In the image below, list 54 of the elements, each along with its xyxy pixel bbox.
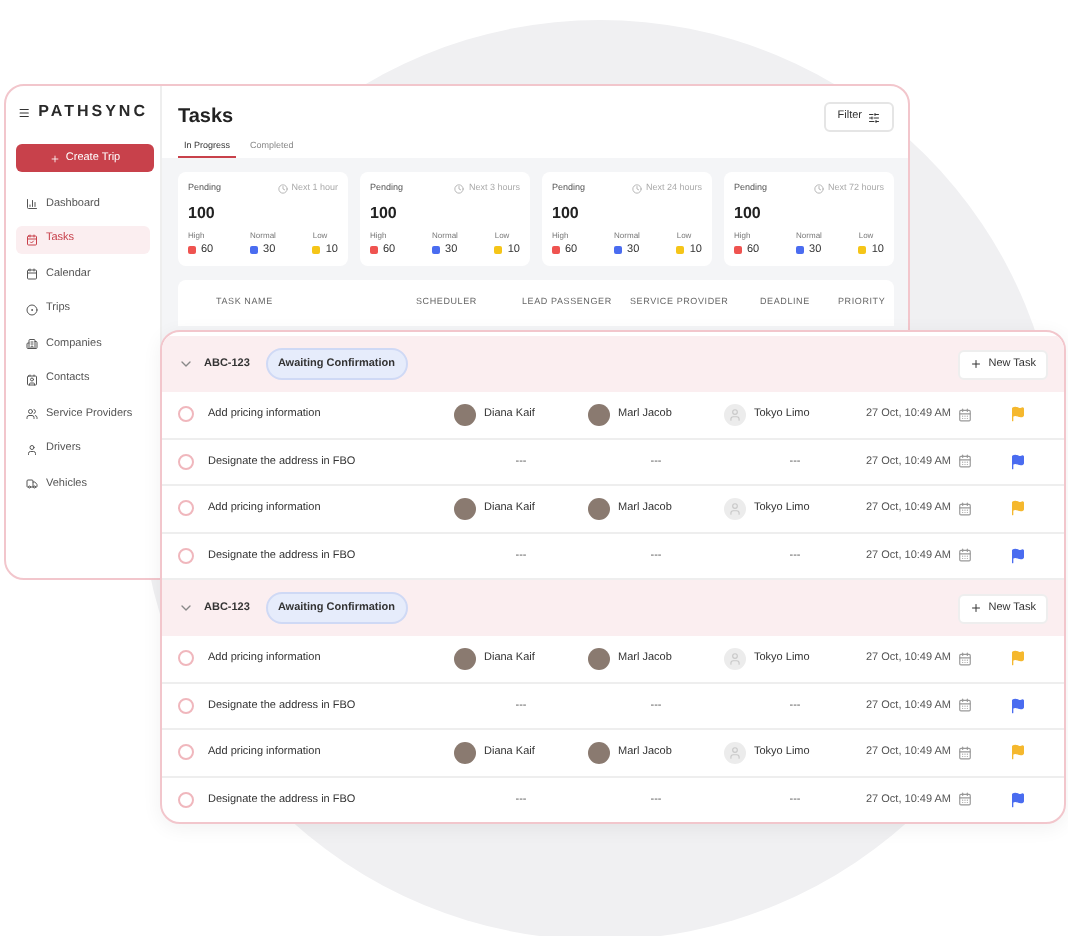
- avatar-photo-placeholder: [454, 741, 476, 764]
- avatar-photo-placeholder: [588, 403, 610, 426]
- chevron-down-icon[interactable]: [178, 356, 194, 372]
- user-icon: [26, 443, 38, 455]
- task-checkbox[interactable]: [178, 744, 194, 761]
- plus-icon: [49, 153, 60, 163]
- calendar-icon[interactable]: [957, 454, 971, 469]
- calendar-check-icon: [26, 233, 38, 245]
- user-silhouette-icon: [724, 403, 746, 426]
- avatar-photo-placeholder: [588, 647, 610, 670]
- calendar-icon[interactable]: [957, 792, 971, 807]
- contact-card-icon: [26, 373, 38, 385]
- task-checkbox[interactable]: [178, 500, 194, 517]
- stat-total: 100: [370, 201, 399, 226]
- clock-icon: [631, 183, 642, 194]
- task-checkbox[interactable]: [178, 791, 194, 808]
- calendar-icon[interactable]: [957, 698, 971, 713]
- avatar-photo-placeholder: [454, 403, 476, 426]
- sliders-icon: [868, 111, 880, 123]
- building-icon: [26, 338, 38, 350]
- user-silhouette-icon: [724, 497, 746, 520]
- avatar-photo-placeholder: [454, 497, 476, 520]
- avatar-photo-placeholder: [454, 647, 476, 670]
- calendar-icon[interactable]: [957, 548, 971, 563]
- calendar-icon[interactable]: [957, 745, 971, 760]
- calendar-icon[interactable]: [957, 501, 971, 516]
- stat-total: 100: [552, 201, 581, 226]
- stat-total: 100: [188, 201, 217, 226]
- truck-icon: [26, 478, 38, 490]
- clock-icon: [813, 183, 824, 194]
- task-checkbox[interactable]: [178, 650, 194, 667]
- task-checkbox[interactable]: [178, 697, 194, 714]
- calendar-icon: [26, 268, 38, 280]
- task-checkbox[interactable]: [178, 547, 194, 564]
- calendar-icon[interactable]: [957, 651, 971, 666]
- user-silhouette-icon: [724, 647, 746, 670]
- avatar-photo-placeholder: [588, 497, 610, 520]
- plus-icon: [970, 602, 983, 614]
- brand-logo: PATHSYNC: [38, 100, 148, 124]
- calendar-icon[interactable]: [957, 407, 971, 422]
- chevron-down-icon[interactable]: [178, 600, 194, 616]
- users-icon: [26, 408, 38, 420]
- menu-icon[interactable]: [18, 105, 31, 119]
- user-silhouette-icon: [724, 741, 746, 764]
- bar-chart-icon: [26, 198, 38, 210]
- plus-icon: [970, 358, 983, 370]
- task-checkbox[interactable]: [178, 406, 194, 423]
- avatar-photo-placeholder: [588, 741, 610, 764]
- clock-icon: [454, 183, 465, 194]
- target-icon: [26, 303, 38, 315]
- page-title: Tasks: [178, 104, 234, 132]
- clock-icon: [277, 183, 288, 194]
- stat-total: 100: [734, 201, 763, 226]
- task-checkbox[interactable]: [178, 453, 194, 470]
